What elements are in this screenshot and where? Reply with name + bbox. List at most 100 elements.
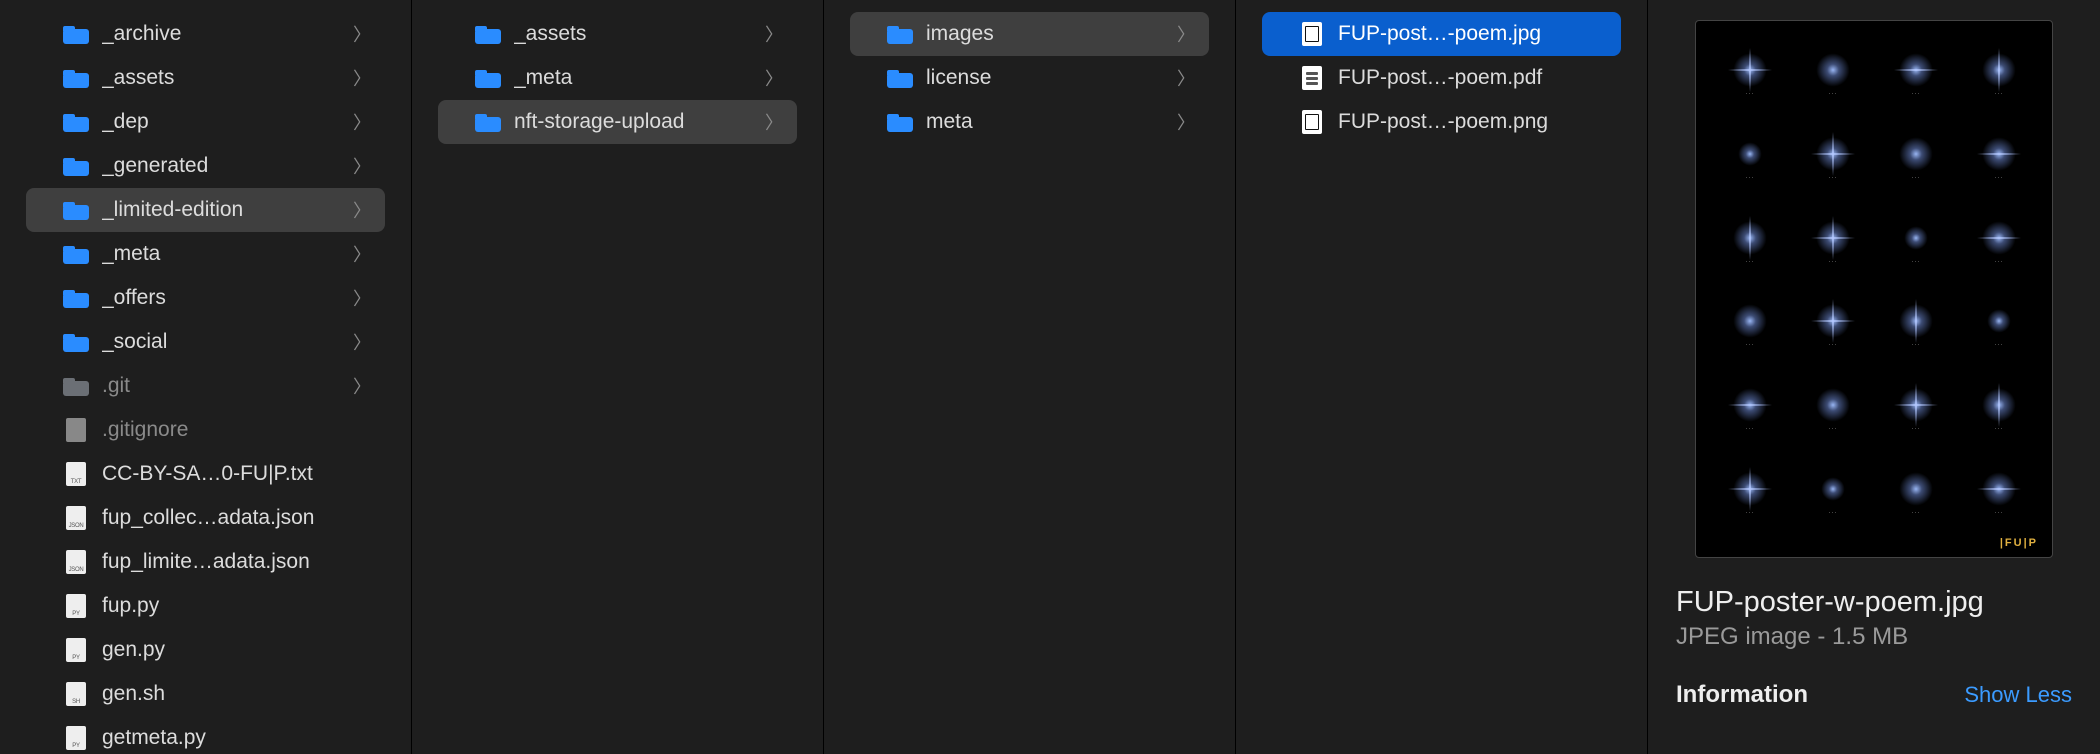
column-4: FUP-post…-poem.jpg FUP-post…-poem.pdf FUP-… [1236,0,1648,754]
item-label: _dep [102,110,347,134]
folder-item[interactable]: _meta〉 [26,232,385,276]
folder-item[interactable]: _offers〉 [26,276,385,320]
pdf-file-icon [1298,67,1326,89]
file-item[interactable]: fup_collec…adata.json [26,496,385,540]
item-label: _assets [102,66,347,90]
file-item[interactable]: .gitignore [26,408,385,452]
item-label: nft-storage-upload [514,110,759,134]
chevron-right-icon: 〉 [765,109,783,135]
chevron-right-icon: 〉 [765,65,783,91]
file-item[interactable]: fup.py [26,584,385,628]
preview-subtitle: JPEG image - 1.5 MB [1676,623,2072,651]
image-file-icon [1298,111,1326,133]
item-label: gen.py [102,638,371,662]
folder-item[interactable]: _assets〉 [26,56,385,100]
file-item[interactable]: gen.py [26,628,385,672]
thumbnail-grid: · · · · · · · · · · · · · · · · · · · · … [1712,39,2036,533]
chevron-right-icon: 〉 [353,153,371,179]
chevron-right-icon: 〉 [1177,65,1195,91]
item-label: _archive [102,22,347,46]
item-label: FUP-post…-poem.png [1338,110,1607,134]
item-label: gen.sh [102,682,371,706]
item-label: fup_limite…adata.json [102,550,371,574]
chevron-right-icon: 〉 [353,373,371,399]
folder-icon [474,67,502,89]
item-label: FUP-post…-poem.jpg [1338,22,1607,46]
folder-item[interactable]: _social〉 [26,320,385,364]
file-icon [62,551,90,573]
folder-item[interactable]: _assets〉 [438,12,797,56]
item-label: _social [102,330,347,354]
folder-icon [474,23,502,45]
folder-icon [62,23,90,45]
preview-thumbnail[interactable]: · · · · · · · · · · · · · · · · · · · · … [1695,20,2053,558]
folder-icon [886,111,914,133]
item-label: license [926,66,1171,90]
file-item[interactable]: CC-BY-SA…0-FU|P.txt [26,452,385,496]
file-icon [62,463,90,485]
chevron-right-icon: 〉 [1177,109,1195,135]
folder-icon [474,111,502,133]
item-label: _meta [514,66,759,90]
item-label: CC-BY-SA…0-FU|P.txt [102,462,371,486]
image-file-icon [1298,23,1326,45]
folder-item[interactable]: _generated〉 [26,144,385,188]
folder-icon [62,199,90,221]
item-label: FUP-post…-poem.pdf [1338,66,1607,90]
file-icon [62,595,90,617]
thumbnail-signature: |FU|P [2000,537,2038,549]
item-label: .gitignore [102,418,371,442]
folder-icon [62,155,90,177]
file-item[interactable]: fup_limite…adata.json [26,540,385,584]
chevron-right-icon: 〉 [353,65,371,91]
column-1: _archive〉_assets〉_dep〉_generated〉_limite… [0,0,412,754]
folder-item[interactable]: meta〉 [850,100,1209,144]
chevron-right-icon: 〉 [353,329,371,355]
file-icon [62,639,90,661]
item-label: _limited-edition [102,198,347,222]
item-label: _assets [514,22,759,46]
item-label: _meta [102,242,347,266]
file-icon [62,507,90,529]
folder-item[interactable]: _archive〉 [26,12,385,56]
file-item[interactable]: getmeta.py [26,716,385,754]
folder-item[interactable]: _dep〉 [26,100,385,144]
file-icon [62,683,90,705]
chevron-right-icon: 〉 [353,241,371,267]
folder-item[interactable]: .git〉 [26,364,385,408]
item-label: fup_collec…adata.json [102,506,371,530]
column-2: _assets〉_meta〉nft-storage-upload〉 [412,0,824,754]
item-label: getmeta.py [102,726,371,750]
file-item[interactable]: FUP-post…-poem.pdf [1262,56,1621,100]
item-label: fup.py [102,594,371,618]
folder-item[interactable]: _meta〉 [438,56,797,100]
file-item[interactable]: gen.sh [26,672,385,716]
preview-filename: FUP-poster-w-poem.jpg [1676,586,2072,619]
file-icon [62,727,90,749]
preview-panel: · · · · · · · · · · · · · · · · · · · · … [1648,0,2100,754]
chevron-right-icon: 〉 [353,285,371,311]
item-label: _generated [102,154,347,178]
folder-icon [62,331,90,353]
folder-item[interactable]: images〉 [850,12,1209,56]
folder-icon [62,67,90,89]
file-item[interactable]: FUP-post…-poem.jpg [1262,12,1621,56]
folder-item[interactable]: nft-storage-upload〉 [438,100,797,144]
chevron-right-icon: 〉 [353,109,371,135]
item-label: images [926,22,1171,46]
folder-icon [62,111,90,133]
folder-icon [62,375,90,397]
chevron-right-icon: 〉 [765,21,783,47]
folder-icon [886,67,914,89]
folder-item[interactable]: _limited-edition〉 [26,188,385,232]
finder-columns: _archive〉_assets〉_dep〉_generated〉_limite… [0,0,2100,754]
folder-icon [62,243,90,265]
column-3: images〉license〉meta〉 [824,0,1236,754]
item-label: .git [102,374,347,398]
information-heading: Information [1676,681,1808,709]
folder-icon [886,23,914,45]
chevron-right-icon: 〉 [1177,21,1195,47]
file-item[interactable]: FUP-post…-poem.png [1262,100,1621,144]
show-less-link[interactable]: Show Less [1964,682,2072,708]
folder-item[interactable]: license〉 [850,56,1209,100]
